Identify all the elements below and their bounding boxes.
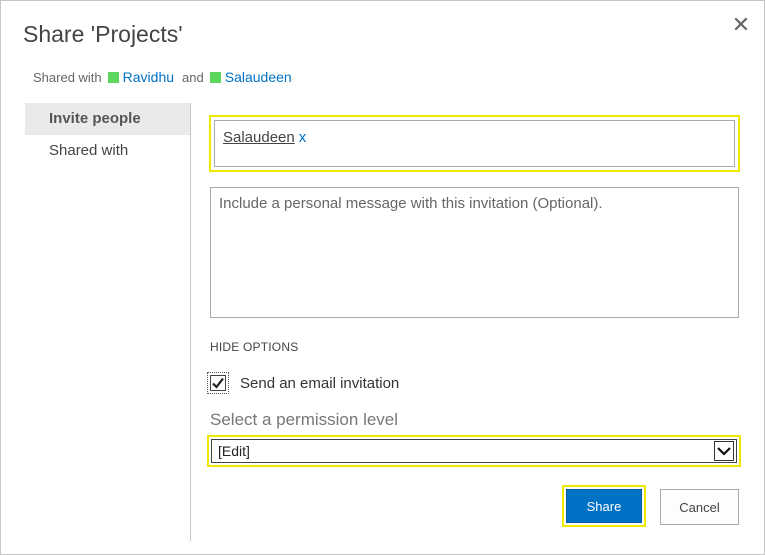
shared-user-link[interactable]: Salaudeen xyxy=(225,69,292,85)
share-dialog: Share 'Projects' ✕ Shared with Ravidhu a… xyxy=(0,0,765,555)
sidebar-nav: Invite people Shared with xyxy=(25,103,190,167)
checkmark-icon xyxy=(212,377,224,389)
cancel-button[interactable]: Cancel xyxy=(660,489,739,525)
permission-select-highlight: [Edit] xyxy=(207,435,741,467)
permission-level-select[interactable]: [Edit] xyxy=(211,439,737,463)
send-email-checkbox[interactable] xyxy=(210,375,226,391)
share-button-highlight: Share xyxy=(562,485,646,527)
sidebar-item-invite-people[interactable]: Invite people xyxy=(25,103,190,135)
personal-message-input[interactable] xyxy=(210,187,739,318)
permission-level-label: Select a permission level xyxy=(210,410,399,429)
sidebar-item-shared-with[interactable]: Shared with xyxy=(25,135,190,167)
permission-selected-value: [Edit] xyxy=(218,443,250,459)
presence-icon xyxy=(209,71,221,83)
conjunction-text: and xyxy=(182,69,204,85)
shared-with-summary: Shared with Ravidhu and Salaudeen xyxy=(33,69,292,85)
dialog-title: Share 'Projects' xyxy=(23,21,183,47)
chevron-down-icon[interactable] xyxy=(714,441,734,461)
people-picker-input[interactable]: Salaudeen x xyxy=(214,120,735,167)
presence-icon xyxy=(107,71,119,83)
people-picker-highlight: Salaudeen x xyxy=(209,115,740,172)
remove-person-icon[interactable]: x xyxy=(299,129,307,146)
send-email-checkbox-focus xyxy=(207,372,229,394)
resolved-person-token[interactable]: Salaudeen xyxy=(223,129,295,146)
chevron-down-glyph xyxy=(717,447,731,456)
hide-options-link[interactable]: HIDE OPTIONS xyxy=(210,340,298,354)
share-button[interactable]: Share xyxy=(566,489,642,523)
close-icon[interactable]: ✕ xyxy=(730,14,752,36)
vertical-divider xyxy=(190,103,191,541)
shared-with-prefix: Shared with xyxy=(33,69,102,85)
shared-user-link[interactable]: Ravidhu xyxy=(123,69,174,85)
send-email-label: Send an email invitation xyxy=(240,375,400,392)
